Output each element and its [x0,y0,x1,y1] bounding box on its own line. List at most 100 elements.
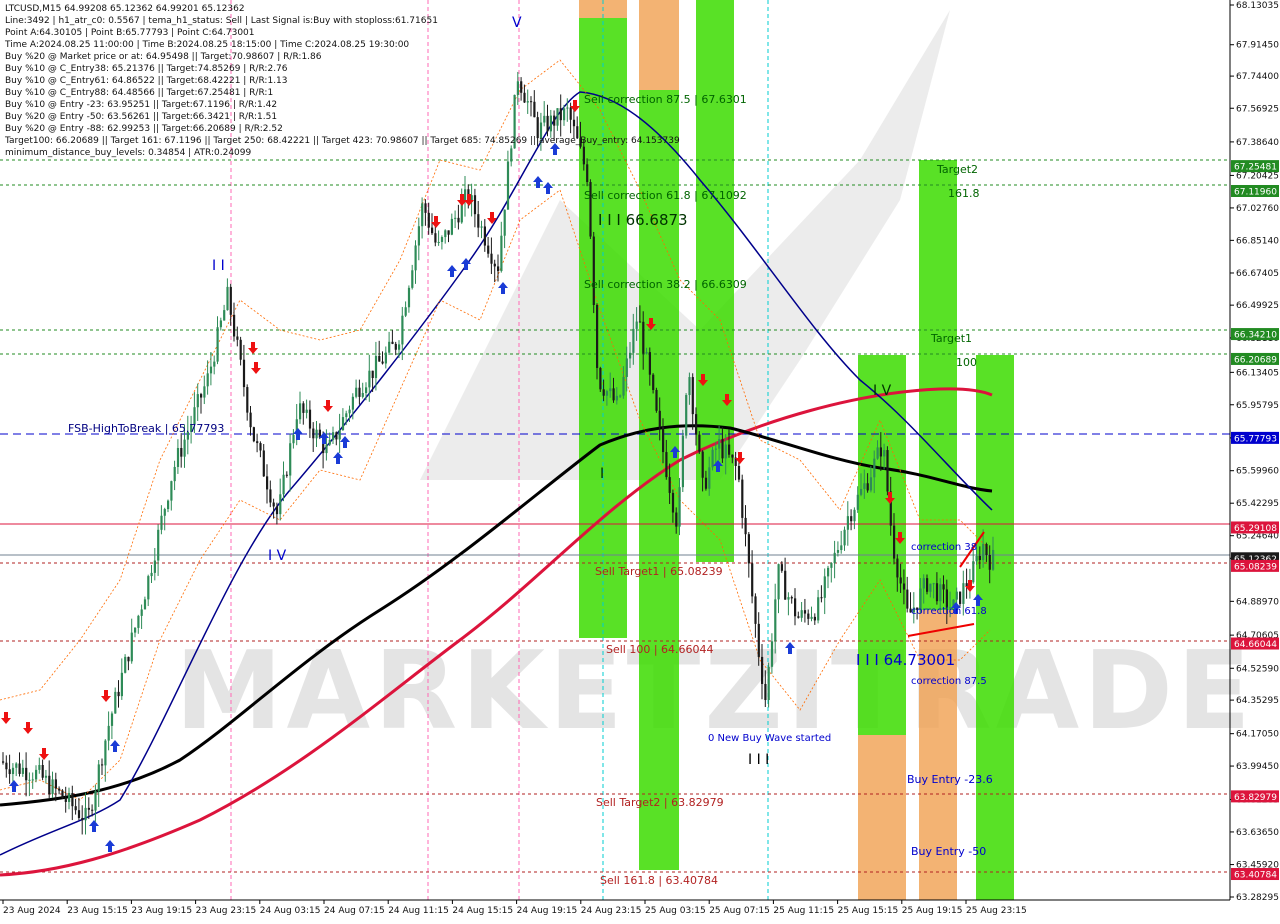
candle-body [685,395,688,436]
candle-body [414,245,417,271]
candle-body [77,810,81,818]
candle-body [378,355,381,362]
candle-body [213,361,216,367]
candle-body [328,439,331,445]
candle-body [886,450,889,492]
candle-body [308,409,312,429]
candle-body [988,555,991,570]
candle-body [305,409,308,413]
candle-body [744,517,747,535]
candle-body [229,286,232,315]
price-chart[interactable]: MARKETZITRADE LTCUSD,M15 64.99208 65.123… [0,0,1280,920]
price-badge: 63.82979 [1231,790,1279,803]
y-tick-label: 64.17050 [1236,730,1279,740]
candle-body [972,561,975,583]
price-badge: 65.29108 [1231,521,1279,534]
candle-body [955,591,958,600]
y-tick-label: 65.59960 [1236,467,1279,477]
candle-body [110,713,114,726]
target-1618-label: 161.8 [948,187,980,200]
sell-100-label: Sell 100 | 64.66044 [606,643,714,656]
candle-body [58,788,61,791]
candle-body [216,327,219,362]
candle-body [800,610,803,618]
candle-body [714,448,717,450]
candle-body [424,203,427,213]
info-line: minimum_distance_buy_levels: 0.34854 | A… [5,148,251,158]
info-line: Target100: 66.20689 || Target 161: 67.11… [4,136,680,146]
candle-body [173,466,176,482]
candle-body [256,441,259,444]
candle-body [457,217,460,223]
info-line: Point A:64.30105 | Point B:65.77793 | Po… [5,28,255,38]
candle-body [932,583,935,585]
candle-body [35,769,38,780]
candle-body [823,576,826,598]
x-tick-label: 24 Aug 03:15 [260,906,321,916]
buy-entry-50-label: Buy Entry -50 [911,845,986,858]
candle-body [850,516,853,522]
info-line: Buy %10 @ Entry -23: 63.95251 || Target:… [5,100,277,110]
candle-body [11,767,15,775]
price-badge-label: 65.29108 [1234,524,1277,534]
candle-body [708,467,711,489]
candle-body [830,563,833,568]
candle-body [140,609,143,616]
chart-window[interactable]: MARKETZITRADE LTCUSD,M15 64.99208 65.123… [0,0,1280,920]
candle-body [421,203,424,227]
candle-body [652,374,655,390]
candle-body [945,589,948,608]
candle-body [820,597,823,599]
candle-body [183,439,186,457]
candle-body [629,352,632,359]
candle-body [883,450,886,457]
candle-body [797,616,800,618]
candle-body [642,321,645,354]
candle-body [635,321,638,329]
wave-v-label: V [512,15,522,31]
candle-body [348,409,351,414]
candle-body [176,447,180,467]
candle-body [299,403,302,420]
y-tick-label: 66.49925 [1236,301,1279,311]
price-badge-label: 67.11960 [1234,187,1277,197]
candle-body [671,492,675,513]
candle-body [41,765,44,778]
candle-body [371,370,374,379]
candle-body [784,570,787,600]
candle-body [615,395,618,401]
y-tick-label: 67.38640 [1236,138,1279,148]
wave-iii-high-label: I I I 66.6873 [598,211,688,229]
x-tick-label: 25 Aug 15:15 [838,906,899,916]
candle-body [906,589,909,609]
candle-body [114,691,117,714]
x-tick-label: 25 Aug 19:15 [902,906,963,916]
candle-body [374,355,378,379]
candle-body [790,597,793,599]
candle-body [843,529,846,546]
candle-body [398,344,401,350]
candle-body [939,584,942,602]
candle-body [896,558,899,578]
candle-body [94,791,97,811]
candle-body [965,583,968,587]
candle-body [147,576,150,600]
candle-body [18,763,21,774]
candle-body [54,779,57,789]
y-tick-label: 67.02760 [1236,204,1279,214]
wave-i-label: I [600,466,604,482]
candle-body [553,115,556,126]
zone-green [579,18,627,638]
price-badge: 67.11960 [1231,184,1279,197]
x-tick-label: 24 Aug 23:15 [581,906,642,916]
y-tick-label: 68.13035 [1236,1,1279,11]
candle-body [691,377,694,415]
price-badge: 63.40784 [1231,868,1279,881]
candle-body [586,164,589,183]
candle-body [704,477,708,489]
candle-body [860,488,863,495]
candle-body [523,92,526,103]
candle-body [764,683,767,701]
candle-body [530,101,533,103]
candle-body [810,616,813,619]
